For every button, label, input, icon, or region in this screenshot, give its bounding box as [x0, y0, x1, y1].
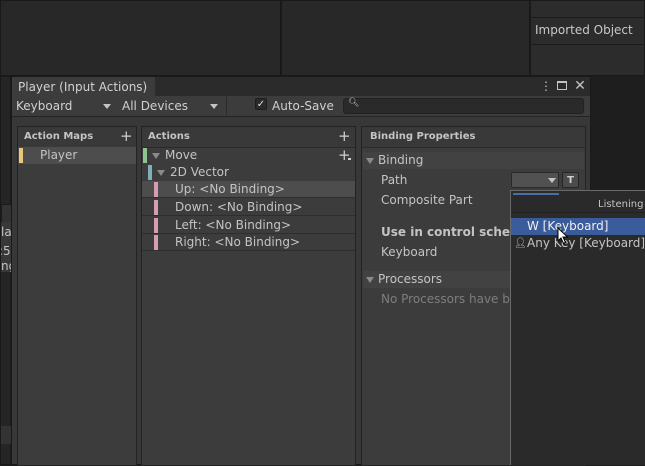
toolbar: Keyboard All Devices ✓ Auto-Save 🔍︎ — [12, 96, 590, 117]
binding-label: Left: <No Binding> — [175, 218, 292, 232]
inspector-separator — [531, 17, 645, 18]
path-label: Path — [381, 173, 408, 187]
action-map-label: Player — [40, 148, 78, 162]
scheme-keyboard-toggle[interactable]: Keyboard — [381, 245, 437, 259]
chevron-down-icon — [210, 104, 218, 109]
devices-value: All Devices — [122, 99, 188, 113]
path-text-mode-button[interactable]: T — [562, 172, 579, 188]
actions-header: Actions — [142, 127, 355, 148]
binding-color-stripe — [154, 200, 158, 215]
action-row[interactable]: Move + — [142, 147, 355, 164]
action-map-item[interactable]: Player — [18, 147, 136, 164]
add-action-map-button[interactable]: + — [120, 128, 133, 144]
expand-triangle-icon[interactable] — [157, 170, 165, 176]
action-map-color-stripe — [19, 148, 23, 163]
window-titlebar: Player (Input Actions) ⋮ ✕ — [12, 77, 590, 96]
picker-item[interactable]: W [Keyboard] — [511, 218, 645, 235]
binding-row[interactable]: Up: <No Binding> — [142, 181, 355, 198]
inspector-separator-bottom — [531, 44, 645, 45]
binding-row[interactable]: Right: <No Binding> — [142, 234, 355, 251]
picker-header-separator — [511, 212, 645, 213]
binding-row[interactable]: Left: <No Binding> — [142, 217, 355, 234]
path-dropdown[interactable] — [511, 172, 559, 188]
imported-object-label: Imported Object — [535, 23, 633, 37]
use-in-scheme-label: Use in control scheme — [381, 225, 531, 239]
window-title-tab[interactable]: Player (Input Actions) — [12, 77, 156, 96]
toolbar-separator — [226, 97, 227, 115]
expand-triangle-icon[interactable] — [152, 153, 160, 159]
inspector-pane: Imported Object — [530, 0, 645, 76]
action-color-stripe — [143, 148, 147, 163]
add-action-button[interactable]: + — [338, 128, 351, 144]
binding-section-label: Binding — [378, 153, 424, 167]
composite-color-stripe — [148, 165, 152, 180]
binding-properties-title: Binding Properties — [370, 131, 476, 142]
composite-row[interactable]: 2D Vector — [142, 164, 355, 181]
composite-label: 2D Vector — [170, 165, 229, 179]
chevron-down-icon — [548, 178, 556, 183]
binding-label: Up: <No Binding> — [175, 182, 285, 196]
chevron-down-icon — [103, 104, 111, 109]
processors-section-label: Processors — [378, 272, 443, 286]
person-icon: 👤︎ — [514, 238, 527, 249]
actions-panel: Actions + Move + 2D Vector Up: <No Bindi… — [141, 126, 356, 466]
add-binding-dropdown-indicator — [348, 158, 351, 160]
left-fragment-2: :5 — [1, 244, 11, 258]
background-pane-left: la :5 ng — [0, 76, 12, 465]
action-label: Move — [165, 148, 198, 162]
more-vert-icon[interactable]: ⋮ — [540, 77, 552, 96]
binding-color-stripe — [154, 218, 158, 233]
control-scheme-dropdown[interactable]: Keyboard — [12, 97, 117, 115]
auto-save-checkbox[interactable]: ✓ — [255, 98, 267, 110]
add-binding-button[interactable]: + — [338, 147, 351, 163]
maximize-icon[interactable] — [557, 81, 567, 90]
binding-color-stripe — [154, 182, 158, 197]
binding-properties-header: Binding Properties — [362, 127, 585, 148]
binding-color-stripe — [154, 235, 158, 250]
picker-item-label: Any Key [Keyboard] — [527, 236, 645, 250]
devices-dropdown[interactable]: All Devices — [118, 97, 224, 115]
binding-path-picker: Listening f W [Keyboard] 👤︎ Any Key [Key… — [510, 190, 645, 465]
background-pane-top-left — [0, 0, 281, 76]
search-icon: 🔍︎ — [348, 98, 360, 108]
no-processors-text: No Processors have bee — [381, 292, 525, 306]
listening-status: Listening f — [598, 199, 645, 210]
actions-title: Actions — [148, 131, 190, 142]
picker-search-field[interactable] — [513, 193, 559, 199]
picker-item[interactable]: 👤︎ Any Key [Keyboard] — [511, 235, 645, 252]
action-maps-title: Action Maps — [24, 131, 94, 142]
expand-triangle-icon — [366, 277, 374, 283]
binding-label: Right: <No Binding> — [175, 235, 301, 249]
search-input[interactable]: 🔍︎ — [343, 98, 584, 114]
input-actions-window: Player (Input Actions) ⋮ ✕ Keyboard All … — [11, 76, 591, 466]
auto-save-label: Auto-Save — [272, 99, 334, 113]
close-icon[interactable]: ✕ — [573, 77, 587, 96]
action-maps-header: Action Maps — [18, 127, 136, 148]
control-scheme-value: Keyboard — [16, 99, 73, 113]
action-maps-panel: Action Maps + Player — [17, 126, 137, 466]
binding-label: Down: <No Binding> — [175, 200, 303, 214]
background-pane-top-middle — [281, 0, 530, 76]
binding-section-header[interactable]: Binding — [363, 152, 584, 169]
binding-row[interactable]: Down: <No Binding> — [142, 199, 355, 216]
expand-triangle-icon — [366, 158, 374, 164]
composite-part-label: Composite Part — [381, 193, 473, 207]
mouse-cursor-icon — [557, 227, 569, 245]
